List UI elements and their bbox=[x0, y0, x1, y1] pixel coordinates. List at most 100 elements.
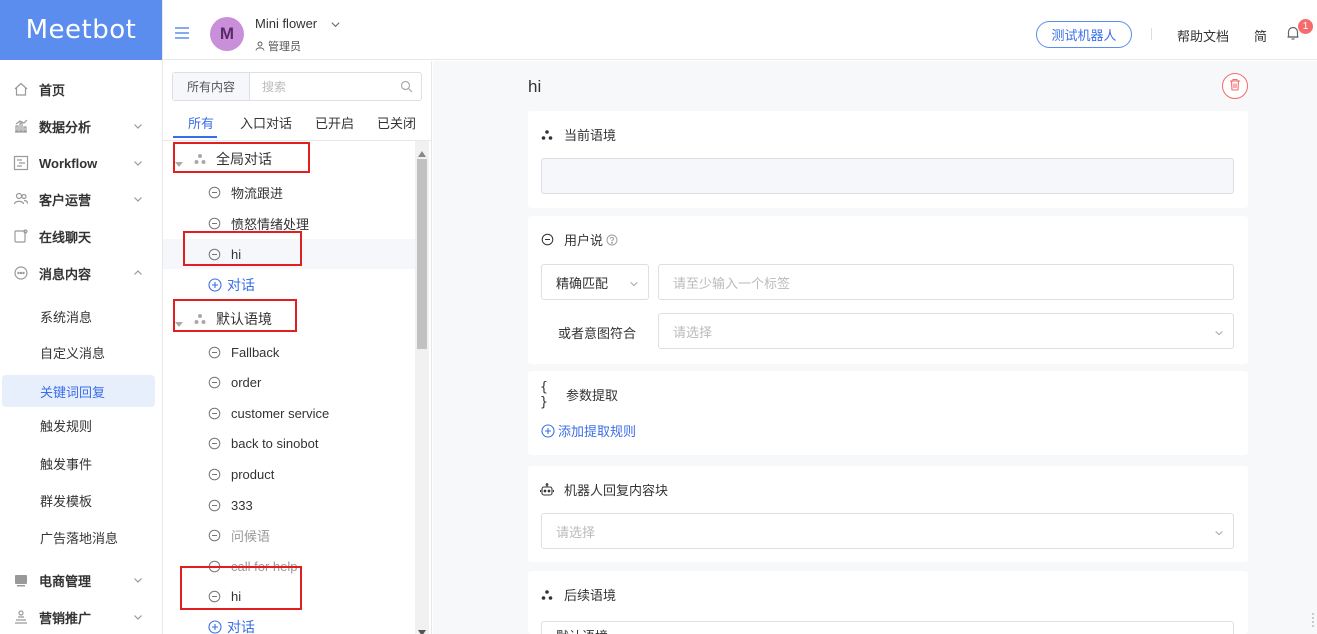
conversation-icon bbox=[208, 217, 221, 230]
sidebar-subitem-keyword-reply[interactable]: 关键词回复 bbox=[2, 375, 155, 407]
sidebar-subitem-trigger-events[interactable]: 触发事件 bbox=[0, 447, 162, 479]
conversation-icon bbox=[208, 499, 221, 512]
tag-input[interactable]: 请至少输入一个标签 bbox=[658, 264, 1234, 300]
conversation-icon bbox=[208, 346, 221, 359]
tree-item[interactable]: product bbox=[163, 459, 415, 489]
resize-grip-icon[interactable] bbox=[1311, 612, 1315, 628]
conversation-icon bbox=[208, 590, 221, 603]
sidebar-subitem-broadcast-templates[interactable]: 群发模板 bbox=[0, 484, 162, 516]
tree-item-label: customer service bbox=[231, 405, 330, 421]
tree-group-global[interactable]: 全局对话 bbox=[163, 144, 415, 174]
chevron-down-icon bbox=[132, 157, 144, 169]
sidebar-item-label: Workflow bbox=[39, 155, 98, 171]
tree-scrollbar[interactable] bbox=[415, 141, 429, 634]
tree-item[interactable]: 问候语 bbox=[163, 520, 415, 550]
bot-reply-card: 机器人回复内容块 请选择 bbox=[528, 466, 1248, 562]
conversation-icon bbox=[208, 468, 221, 481]
tree-item-selected[interactable]: hi bbox=[163, 239, 415, 269]
sidebar: Meetbot 首页 数据分析 Workflow 客户运营 在线聊天 消息内容 … bbox=[0, 0, 163, 634]
add-extraction-rule-button[interactable]: 添加提取规则 bbox=[541, 421, 636, 440]
sidebar-item-analytics[interactable]: 数据分析 bbox=[0, 109, 162, 143]
search-input[interactable] bbox=[250, 73, 421, 100]
param-extraction-card: { } 参数提取 添加提取规则 bbox=[528, 371, 1248, 455]
braces-icon: { } bbox=[540, 379, 548, 410]
chat-icon bbox=[12, 227, 30, 245]
conversation-icon bbox=[208, 376, 221, 389]
sidebar-item-live-chat[interactable]: 在线聊天 bbox=[0, 219, 162, 253]
sidebar-item-customer-ops[interactable]: 客户运营 bbox=[0, 182, 162, 216]
tree-item-label: call for help bbox=[231, 558, 298, 574]
context-icon bbox=[540, 588, 554, 602]
tree-item[interactable]: 物流跟进 bbox=[163, 177, 415, 207]
chevron-down-icon[interactable] bbox=[330, 18, 341, 29]
sidebar-item-marketing[interactable]: 营销推广 bbox=[0, 600, 162, 634]
conversation-icon bbox=[208, 248, 221, 261]
tree-group-default[interactable]: 默认语境 bbox=[163, 304, 415, 334]
caret-down-icon[interactable] bbox=[175, 155, 183, 167]
tab-disabled[interactable]: 已关闭 bbox=[377, 113, 416, 132]
match-type-value: 精确匹配 bbox=[556, 275, 609, 291]
user-icon bbox=[255, 41, 265, 51]
sidebar-subitem-system-messages[interactable]: 系统消息 bbox=[0, 300, 162, 332]
sidebar-subitem-ad-landing[interactable]: 广告落地消息 bbox=[0, 521, 162, 553]
account-name[interactable]: Mini flower bbox=[255, 16, 317, 31]
conversation-icon bbox=[540, 233, 554, 247]
delete-button[interactable] bbox=[1222, 73, 1248, 99]
tree-item-label: 问候语 bbox=[231, 528, 271, 544]
chevron-down-icon bbox=[1214, 326, 1224, 336]
tree-item[interactable]: 333 bbox=[163, 490, 415, 520]
chevron-down-icon bbox=[629, 277, 639, 287]
chevron-down-icon bbox=[132, 574, 144, 586]
sidebar-item-ecommerce[interactable]: 电商管理 bbox=[0, 563, 162, 597]
context-group-icon bbox=[193, 312, 207, 326]
tree-item[interactable]: hi bbox=[163, 581, 415, 611]
sidebar-subitem-custom-messages[interactable]: 自定义消息 bbox=[0, 336, 162, 368]
search-icon[interactable] bbox=[400, 80, 413, 93]
tree-item[interactable]: Fallback bbox=[163, 337, 415, 367]
help-icon[interactable] bbox=[606, 234, 618, 246]
add-conversation-button[interactable]: 对话 bbox=[163, 270, 415, 300]
add-extraction-rule-label: 添加提取规则 bbox=[558, 424, 637, 439]
avatar[interactable]: M bbox=[210, 17, 244, 51]
tab-enabled[interactable]: 已开启 bbox=[315, 113, 354, 132]
bot-reply-placeholder: 请选择 bbox=[556, 524, 596, 540]
help-docs-link[interactable]: 帮助文档 bbox=[1177, 26, 1229, 45]
language-switch[interactable]: 简 bbox=[1254, 26, 1267, 45]
context-group-icon bbox=[193, 152, 207, 166]
caret-down-icon[interactable] bbox=[175, 315, 183, 327]
tree-item[interactable]: customer service bbox=[163, 398, 415, 428]
scroll-up-icon[interactable] bbox=[418, 145, 426, 157]
next-context-value: 默认语境 bbox=[556, 626, 608, 634]
sidebar-item-label: 数据分析 bbox=[39, 119, 92, 135]
trash-icon bbox=[1229, 78, 1241, 94]
tree-item-label: Fallback bbox=[231, 344, 280, 360]
search-box: 所有内容 bbox=[172, 72, 422, 101]
test-bot-button[interactable]: 测试机器人 bbox=[1036, 21, 1132, 48]
sidebar-item-message-content[interactable]: 消息内容 bbox=[0, 256, 162, 290]
tree-item[interactable]: order bbox=[163, 367, 415, 397]
intent-select[interactable]: 请选择 bbox=[658, 313, 1234, 349]
add-conversation-button[interactable]: 对话 bbox=[163, 612, 415, 634]
sidebar-item-label: 营销推广 bbox=[39, 610, 92, 626]
tree-item-label: 愤怒情绪处理 bbox=[231, 216, 310, 232]
sidebar-item-label: 在线聊天 bbox=[39, 229, 92, 245]
search-scope-select[interactable]: 所有内容 bbox=[173, 73, 250, 100]
scroll-thumb[interactable] bbox=[417, 159, 427, 349]
next-context-select[interactable]: 默认语境 bbox=[541, 621, 1234, 634]
sidebar-item-workflow[interactable]: Workflow bbox=[0, 146, 162, 180]
bot-reply-select[interactable]: 请选择 bbox=[541, 513, 1234, 549]
tree-item[interactable]: call for help bbox=[163, 551, 415, 581]
tab-all[interactable]: 所有 bbox=[188, 113, 214, 132]
tree-item[interactable]: 愤怒情绪处理 bbox=[163, 208, 415, 238]
menu-toggle-icon[interactable] bbox=[175, 27, 189, 39]
sidebar-subitem-trigger-rules[interactable]: 触发规则 bbox=[0, 409, 162, 441]
plus-circle-icon bbox=[208, 278, 222, 292]
app-logo[interactable]: Meetbot bbox=[0, 0, 162, 60]
match-type-select[interactable]: 精确匹配 bbox=[541, 264, 649, 300]
current-context-field bbox=[541, 158, 1234, 194]
tree-item-label: product bbox=[231, 466, 275, 482]
tree-item[interactable]: back to sinobot bbox=[163, 428, 415, 458]
scroll-down-icon[interactable] bbox=[418, 624, 426, 634]
tab-entry-conversations[interactable]: 入口对话 bbox=[240, 113, 292, 132]
sidebar-item-home[interactable]: 首页 bbox=[0, 72, 162, 106]
